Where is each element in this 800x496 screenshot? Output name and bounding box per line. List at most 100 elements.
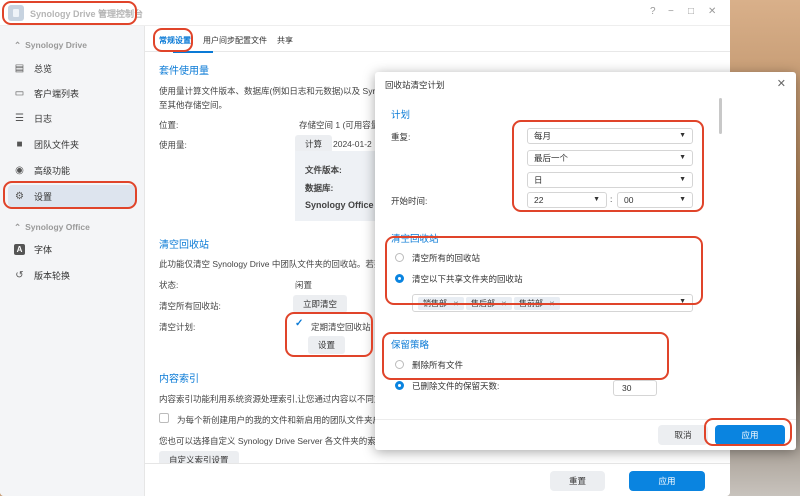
- dialog-title: 回收站清空计划: [385, 80, 445, 90]
- sidebar-item-client-list[interactable]: ▭ 客户端列表: [8, 82, 136, 104]
- dialog-apply-button[interactable]: 应用: [715, 425, 785, 445]
- section-title-index: 内容索引: [159, 374, 199, 385]
- sidebar-item-overview[interactable]: ▤ 总览: [8, 57, 136, 79]
- font-icon: A: [14, 243, 25, 255]
- clear-all-radio[interactable]: [395, 253, 404, 262]
- remove-tag-icon[interactable]: ✕: [501, 300, 507, 308]
- hour-select[interactable]: 22 ▼: [527, 192, 607, 208]
- dropdown-arrow-icon: ▼: [679, 132, 686, 139]
- folder-tag: 售后部 ✕: [466, 297, 512, 310]
- repeat-label: 重复:: [391, 132, 411, 142]
- sidebar-item-team-folder[interactable]: ■ 团队文件夹: [8, 133, 136, 155]
- status-value: 闲置: [295, 280, 313, 290]
- synology-office-label: Synology Office: [305, 200, 374, 210]
- keep-days-radio-label[interactable]: 已删除文件的保留天数:: [412, 380, 499, 392]
- index-description: 内容索引功能利用系统资源处理索引,让您通过内容以不同方: [159, 394, 383, 404]
- database-label: 数据库:: [305, 183, 334, 193]
- calc-date: 2024-01-2: [333, 139, 372, 149]
- day-select[interactable]: 日 ▼: [527, 172, 693, 188]
- time-colon: :: [610, 194, 613, 204]
- remove-tag-icon[interactable]: ✕: [453, 300, 459, 308]
- schedule-checkbox-label[interactable]: 定期清空回收站: [311, 321, 371, 333]
- tab-sharing[interactable]: 共享: [277, 35, 293, 46]
- dialog-body: 计划 重复: 每月 ▼ 最后一个 ▼ 日 ▼ 开始时间: 22 ▼ : 00 ▼ 清空回收…: [381, 94, 722, 414]
- title-bar: Synology Drive 管理控制台 ? − □ ✕: [0, 0, 730, 26]
- log-icon: ☰: [15, 112, 24, 124]
- sidebar-item-settings[interactable]: ⚙ 设置: [8, 185, 136, 207]
- usage-description: 使用量计算文件版本、数据库(例如日志和元数据)以及 Syn: [159, 86, 378, 96]
- dialog-footer: 取消 应用: [375, 419, 796, 450]
- folder-tag: 售前部 ✕: [514, 297, 560, 310]
- maximize-icon[interactable]: □: [688, 6, 694, 17]
- chevron-up-icon: ⌃: [14, 222, 22, 232]
- section-title-usage: 套件使用量: [159, 66, 209, 77]
- keep-days-input[interactable]: 30: [613, 380, 657, 396]
- sidebar: ⌃ Synology Drive ▤ 总览 ▭ 客户端列表 ☰ 日志 ■ 团队文件夹 ◉ 高…: [0, 26, 145, 496]
- week-select[interactable]: 最后一个 ▼: [527, 150, 693, 166]
- close-icon[interactable]: ✕: [708, 6, 716, 17]
- dropdown-arrow-icon: ▼: [679, 298, 686, 305]
- gear-icon: ⚙: [15, 190, 24, 202]
- tab-general[interactable]: 常规设置: [159, 35, 191, 46]
- window-footer: 重置 应用: [145, 463, 730, 496]
- sidebar-item-log[interactable]: ☰ 日志: [8, 107, 136, 129]
- synology-drive-logo-icon: [8, 5, 24, 21]
- keep-days-radio[interactable]: [395, 381, 404, 390]
- retention-section-title: 保留策略: [391, 340, 430, 351]
- start-time-label: 开始时间:: [391, 196, 428, 206]
- remove-tag-icon[interactable]: ✕: [549, 300, 555, 308]
- clear-all-radio-label[interactable]: 清空所有的回收站: [412, 252, 480, 264]
- team-folder-icon: ■: [16, 138, 23, 150]
- recycle-description: 此功能仅清空 Synology Drive 中团队文件夹的回收站。若要: [159, 259, 383, 269]
- folder-tag-select[interactable]: 销售部 ✕ 售后部 ✕ 售前部 ✕ ▼: [412, 294, 693, 312]
- status-label: 状态:: [159, 280, 179, 290]
- schedule-label: 清空计划:: [159, 322, 196, 332]
- apply-button[interactable]: 应用: [629, 471, 705, 491]
- minimize-icon[interactable]: −: [668, 6, 674, 17]
- schedule-checkbox-check-icon[interactable]: ✓: [295, 318, 303, 329]
- location-label: 位置:: [159, 120, 179, 130]
- recycle-schedule-dialog: 回收站清空计划 ✕ 计划 重复: 每月 ▼ 最后一个 ▼ 日 ▼ 开始时间: 22 ▼ …: [375, 72, 796, 450]
- index-new-users-label[interactable]: 为每个新创建用户的我的文件和新启用的团队文件夹启用: [177, 414, 390, 426]
- index-new-users-checkbox[interactable]: [159, 413, 169, 423]
- sidebar-item-font[interactable]: A 字体: [8, 238, 136, 260]
- delete-all-radio[interactable]: [395, 360, 404, 369]
- schedule-settings-button[interactable]: 设置: [308, 336, 346, 354]
- sidebar-group-drive[interactable]: ⌃ Synology Drive: [14, 40, 87, 51]
- client-list-icon: ▭: [14, 87, 25, 99]
- help-icon[interactable]: ?: [650, 6, 656, 17]
- chevron-up-icon: ⌃: [14, 40, 22, 50]
- sidebar-item-advanced[interactable]: ◉ 高级功能: [8, 159, 136, 181]
- clear-all-label: 清空所有回收站:: [159, 301, 221, 311]
- clear-selected-radio[interactable]: [395, 274, 404, 283]
- plan-section-title: 计划: [391, 110, 411, 121]
- tab-user-sync-profile[interactable]: 用户间步配置文件: [203, 35, 267, 46]
- delete-all-radio-label[interactable]: 删除所有文件: [412, 359, 463, 371]
- minute-select[interactable]: 00 ▼: [617, 192, 693, 208]
- usage-label: 使用量:: [159, 140, 187, 150]
- clear-now-button[interactable]: 立即清空: [293, 295, 348, 313]
- dropdown-arrow-icon: ▼: [679, 154, 686, 161]
- file-version-label: 文件版本:: [305, 165, 342, 175]
- location-value[interactable]: 存储空间 1 (可用容量: [299, 119, 379, 131]
- app-title: Synology Drive 管理控制台: [30, 9, 144, 19]
- dropdown-arrow-icon: ▼: [679, 176, 686, 183]
- repeat-select[interactable]: 每月 ▼: [527, 128, 693, 144]
- reset-button[interactable]: 重置: [550, 471, 605, 491]
- dropdown-arrow-icon: ▼: [593, 196, 600, 203]
- folder-tag: 销售部 ✕: [418, 297, 464, 310]
- usage-description-2: 至其他存储空间。: [159, 100, 228, 110]
- section-title-recycle: 清空回收站: [159, 240, 209, 251]
- index-description-2: 您也可以选择自定义 Synology Drive Server 各文件夹的索: [159, 436, 376, 446]
- sidebar-item-version-rotation[interactable]: ↺ 版本轮换: [8, 264, 136, 286]
- sidebar-group-office[interactable]: ⌃ Synology Office: [14, 222, 90, 233]
- usage-info-box: 文件版本: 数据库: Synology Office: [295, 151, 385, 221]
- dialog-close-icon[interactable]: ✕: [777, 77, 786, 90]
- clear-selected-radio-label[interactable]: 清空以下共享文件夹的回收站: [412, 273, 523, 285]
- overview-icon: ▤: [14, 62, 25, 74]
- version-rotation-icon: ↺: [15, 269, 24, 281]
- tab-bar: 常规设置 用户间步配置文件 共享: [145, 26, 730, 52]
- dropdown-arrow-icon: ▼: [679, 196, 686, 203]
- dialog-cancel-button[interactable]: 取消: [658, 425, 708, 445]
- dialog-scrollbar[interactable]: [719, 98, 722, 134]
